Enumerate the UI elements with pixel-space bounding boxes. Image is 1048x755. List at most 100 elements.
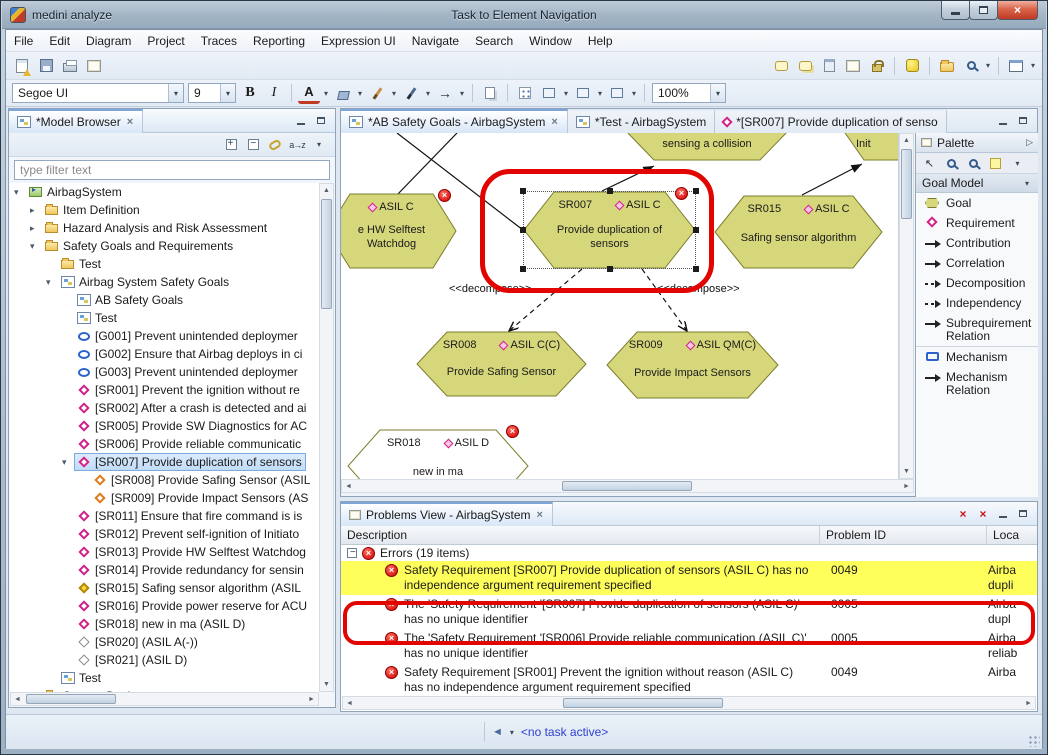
resize-handle[interactable] xyxy=(520,188,526,194)
sort-button[interactable]: a→z xyxy=(287,135,307,154)
scroll-up-icon[interactable]: ▲ xyxy=(900,134,913,147)
font-size-dropdown-icon[interactable]: ▾ xyxy=(220,84,235,102)
delete-marker-button[interactable]: × xyxy=(955,507,971,521)
delete-all-markers-button[interactable]: × xyxy=(975,507,991,521)
expand-icon[interactable]: ▾ xyxy=(46,277,59,288)
problem-row-sr007-identifier[interactable]: × The 'Safety Requirement '[SR007] Provi… xyxy=(341,595,1037,629)
view-maximize-button[interactable] xyxy=(313,114,329,128)
font-color-dropdown-icon[interactable]: ▾ xyxy=(321,89,331,98)
expand-icon[interactable]: ▸ xyxy=(30,223,43,234)
italic-button[interactable]: I xyxy=(263,82,285,104)
expand-icon[interactable]: ▾ xyxy=(30,241,43,252)
menu-help[interactable]: Help xyxy=(580,31,621,51)
show-comments-button[interactable] xyxy=(794,55,816,77)
search-folder-button[interactable] xyxy=(960,55,982,77)
line-style-button[interactable] xyxy=(400,82,422,104)
editor-tab-test[interactable]: *Test - AirbagSystem xyxy=(568,109,715,133)
tree-item-sr014[interactable]: [SR014] Provide redundancy for sensin xyxy=(10,561,319,579)
resize-handle[interactable] xyxy=(520,227,526,233)
palette-more-button[interactable]: ▾ xyxy=(1008,155,1027,172)
tree-vertical-scrollbar[interactable]: ▲ ▼ xyxy=(319,183,334,692)
task-dropdown-icon[interactable]: ▾ xyxy=(507,728,517,737)
menu-traces[interactable]: Traces xyxy=(193,31,245,51)
resize-handle[interactable] xyxy=(607,188,613,194)
add-comment-button[interactable] xyxy=(770,55,792,77)
editor-tab-sr007[interactable]: *[SR007] Provide duplication of senso xyxy=(715,109,946,133)
arrange-dropdown-icon[interactable]: ▾ xyxy=(561,89,571,98)
comment-page-button[interactable] xyxy=(818,55,840,77)
font-family-dropdown-icon[interactable]: ▾ xyxy=(168,84,183,102)
problems-maximize-button[interactable] xyxy=(1015,507,1031,521)
goal-node-init[interactable]: Init xyxy=(842,133,899,161)
tree-item-test2[interactable]: Test xyxy=(10,309,319,327)
view-menu-button[interactable]: ▾ xyxy=(309,135,329,154)
problem-row-sr006-identifier[interactable]: × The 'Safety Requirement '[SR006] Provi… xyxy=(341,629,1037,663)
menu-project[interactable]: Project xyxy=(139,31,192,51)
tree-horizontal-scrollbar[interactable]: ◄ ► xyxy=(10,692,319,706)
align-button[interactable] xyxy=(572,82,594,104)
note-tool-button[interactable] xyxy=(986,155,1005,172)
requirement-node-sr015[interactable]: SR015ASIL C Safing sensor algorithm xyxy=(714,195,883,269)
problems-tab[interactable]: Problems View - AirbagSystem × xyxy=(341,502,553,526)
line-color-button[interactable] xyxy=(366,82,388,104)
scroll-left-icon[interactable]: ◄ xyxy=(343,697,356,710)
perspective-dropdown-icon[interactable]: ▾ xyxy=(1028,61,1038,70)
palette-header[interactable]: Palette ▷ xyxy=(916,133,1038,153)
menu-reporting[interactable]: Reporting xyxy=(245,31,313,51)
scroll-left-icon[interactable]: ◄ xyxy=(342,480,355,493)
new-button[interactable] xyxy=(11,55,33,77)
tree-item-sr007[interactable]: ▾[SR007] Provide duplication of sensors xyxy=(10,453,319,471)
scroll-left-icon[interactable]: ◄ xyxy=(11,693,24,706)
tree-item-sr012[interactable]: [SR012] Prevent self-ignition of Initiat… xyxy=(10,525,319,543)
close-button[interactable]: × xyxy=(997,1,1038,20)
view-minimize-button[interactable] xyxy=(293,114,309,128)
tree-item-sr006[interactable]: [SR006] Provide reliable communicatic xyxy=(10,435,319,453)
tree-item-sr008[interactable]: [SR008] Provide Safing Sensor (ASIL xyxy=(10,471,319,489)
tree-item-g002[interactable]: [G002] Ensure that Airbag deploys in ci xyxy=(10,345,319,363)
close-icon[interactable]: × xyxy=(550,116,558,128)
snap-grid-button[interactable] xyxy=(514,82,536,104)
requirement-node-sr008[interactable]: SR008ASIL C(C) Provide Safing Sensor xyxy=(416,331,587,397)
canvas-horizontal-scrollbar[interactable]: ◄ ► xyxy=(341,479,914,493)
collapse-group-icon[interactable] xyxy=(347,548,357,558)
arrange-button[interactable] xyxy=(538,82,560,104)
tree-item-g001[interactable]: [G001] Prevent unintended deploymer xyxy=(10,327,319,345)
tree-item-g003[interactable]: [G003] Prevent unintended deploymer xyxy=(10,363,319,381)
zoom-combo[interactable]: 100% ▾ xyxy=(652,83,726,103)
requirement-node-sr018[interactable]: × SR018ASIL D new in ma xyxy=(347,429,529,479)
column-location[interactable]: Loca xyxy=(987,526,1037,544)
scroll-right-icon[interactable]: ► xyxy=(1022,697,1035,710)
canvas-vertical-scrollbar[interactable]: ▲ ▼ xyxy=(899,133,914,479)
bold-button[interactable]: B xyxy=(239,82,261,104)
collapse-palette-icon[interactable]: ▷ xyxy=(1026,137,1033,148)
tree-item-sr009[interactable]: [SR009] Provide Impact Sensors (AS xyxy=(10,489,319,507)
print-button[interactable] xyxy=(59,55,81,77)
line-style-dropdown-icon[interactable]: ▾ xyxy=(423,89,433,98)
problems-group-errors[interactable]: × Errors (19 items) xyxy=(341,545,1037,561)
align-dropdown-icon[interactable]: ▾ xyxy=(595,89,605,98)
tree-item-sr020[interactable]: [SR020] (ASIL A(-)) xyxy=(10,633,319,651)
editor-minimize-button[interactable] xyxy=(995,114,1011,128)
tree-item-hara[interactable]: ▸Hazard Analysis and Risk Assessment xyxy=(10,219,319,237)
problems-horizontal-scrollbar[interactable]: ◄ ► xyxy=(342,696,1036,710)
lock-button[interactable] xyxy=(866,55,888,77)
scroll-down-icon[interactable]: ▼ xyxy=(900,465,913,478)
resize-grip[interactable] xyxy=(1028,735,1040,747)
problems-minimize-button[interactable] xyxy=(995,507,1011,521)
expand-icon[interactable]: ▾ xyxy=(62,457,75,468)
scroll-right-icon[interactable]: ► xyxy=(305,693,318,706)
fill-color-button[interactable] xyxy=(332,82,354,104)
resize-handle[interactable] xyxy=(607,266,613,272)
palette-item-goal[interactable]: Goal xyxy=(916,193,1038,213)
palette-item-requirement[interactable]: Requirement xyxy=(916,213,1038,233)
scroll-up-icon[interactable]: ▲ xyxy=(320,184,333,197)
requirement-node-hw-selftest[interactable]: × ASIL C e HW Selftest Watchdog xyxy=(341,193,457,269)
menu-window[interactable]: Window xyxy=(521,31,580,51)
tree-item-sr011[interactable]: [SR011] Ensure that fire command is is xyxy=(10,507,319,525)
tree-item-ab-safety-goals[interactable]: AB Safety Goals xyxy=(10,291,319,309)
tree-item-airbag-safety-goals[interactable]: ▾Airbag System Safety Goals xyxy=(10,273,319,291)
menu-file[interactable]: File xyxy=(6,31,41,51)
editor-tab-ab-safety-goals[interactable]: *AB Safety Goals - AirbagSystem × xyxy=(341,109,568,133)
font-family-combo[interactable]: Segoe UI ▾ xyxy=(12,83,184,103)
expand-icon[interactable]: ▸ xyxy=(30,205,43,216)
